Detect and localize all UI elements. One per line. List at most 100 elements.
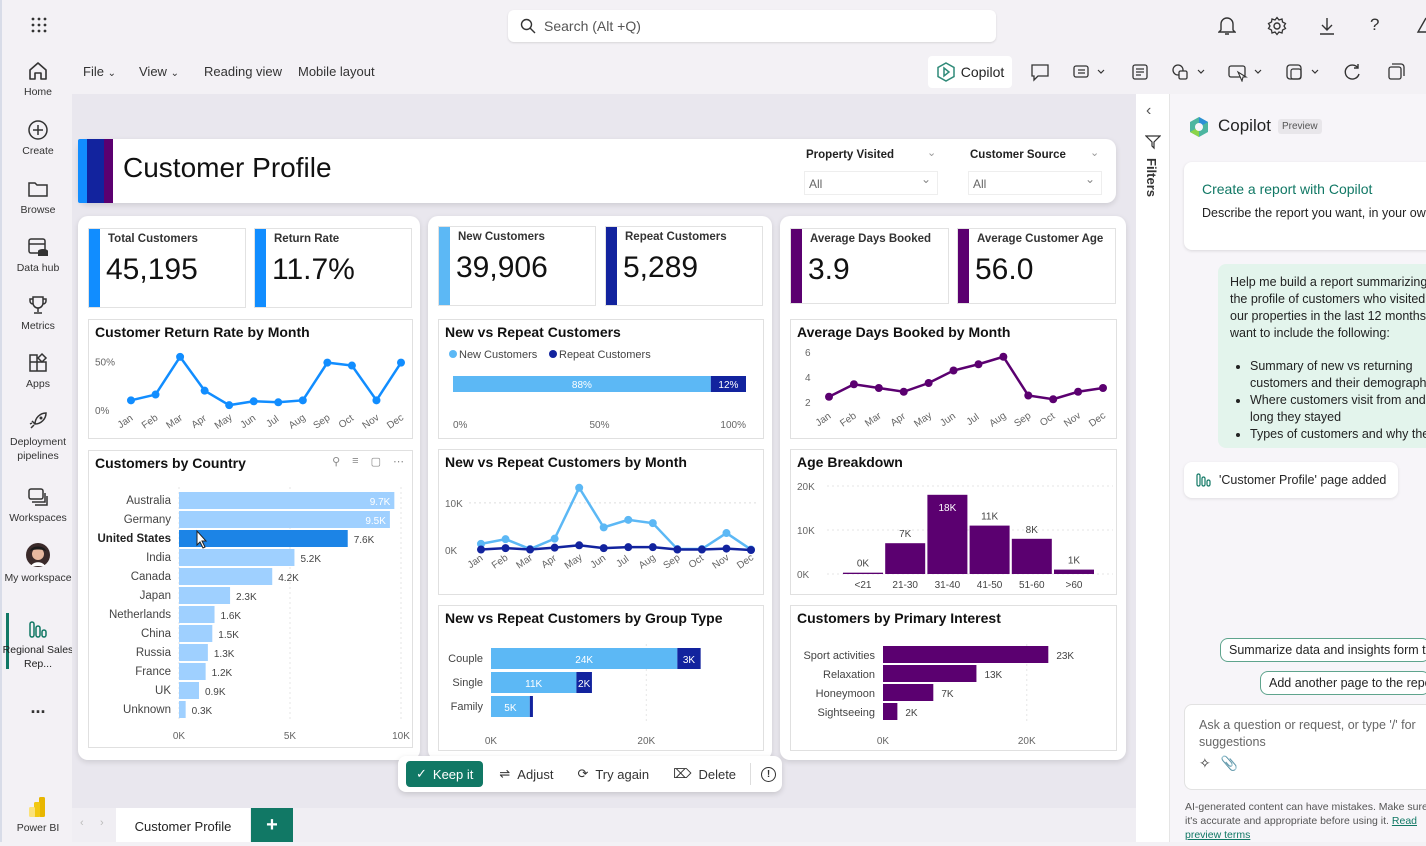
try-again-button[interactable]: ⟳ Try again <box>577 766 649 782</box>
chart-title: Customers by Country <box>95 455 246 471</box>
chevron-down-icon[interactable]: ⌄ <box>927 146 936 159</box>
download-icon[interactable] <box>1318 16 1336 41</box>
chart-title: Average Days Booked by Month <box>797 324 1011 340</box>
prev-page-icon[interactable]: ‹ <box>80 817 84 829</box>
keep-it-button[interactable]: ✓ Keep it <box>406 761 484 787</box>
chart-new-vs-repeat[interactable]: New vs Repeat Customers New Customers Repe… <box>438 319 764 439</box>
shapes-icon[interactable] <box>1170 62 1210 87</box>
help-icon[interactable]: ? <box>1370 15 1379 35</box>
view-menu[interactable]: View ⌄ <box>139 64 179 79</box>
report-icon <box>29 621 47 638</box>
refresh-icon[interactable] <box>1342 62 1362 87</box>
chart-age[interactable]: Age Breakdown 0K 10K 20K 0K <21 7K 21-30 18K 31-4… <box>790 449 1117 595</box>
next-page-icon[interactable]: › <box>100 817 104 829</box>
x-tick-label: Jul <box>264 414 281 430</box>
copilot-input[interactable]: Ask a question or request, or type '/' f… <box>1184 704 1426 790</box>
x-tick-label: Jun <box>589 553 609 571</box>
feedback-icon[interactable]: ! <box>761 766 777 782</box>
chevron-down-icon[interactable]: ⌄ <box>1090 146 1099 159</box>
nav-deployment-pipelines[interactable]: Deployment pipelines <box>2 410 74 463</box>
data-point <box>624 515 633 524</box>
data-label: 1K <box>1068 556 1081 567</box>
accent-strip <box>104 139 113 203</box>
data-point <box>599 523 608 532</box>
nav-home[interactable]: Home <box>2 60 74 99</box>
data-label: 24K <box>575 655 593 666</box>
nav-my-workspace[interactable]: My workspace <box>2 542 74 585</box>
chart-by-group[interactable]: New vs Repeat Customers by Group Type Cou… <box>438 605 764 751</box>
data-label: 1.2K <box>212 668 233 679</box>
text-box-icon[interactable] <box>1130 62 1150 87</box>
app-launcher-icon[interactable] <box>30 16 48 39</box>
more-icon[interactable]: ... <box>2 698 74 716</box>
nav-workspaces[interactable]: Workspaces <box>2 486 74 525</box>
comment-icon[interactable] <box>1030 62 1050 87</box>
bar <box>1054 569 1094 574</box>
file-menu[interactable]: File ⌄ <box>83 64 116 79</box>
delete-button[interactable]: ⌦ Delete <box>673 766 736 782</box>
x-tick-label: Jul <box>614 554 631 570</box>
x-tick-label: Feb <box>838 410 859 429</box>
feedback-icon[interactable] <box>1416 16 1426 41</box>
x-tick-label: 31-40 <box>935 580 961 591</box>
intro-title: Create a report with Copilot <box>1202 181 1373 197</box>
adjust-button[interactable]: ⇌ Adjust <box>499 766 553 782</box>
gear-icon[interactable] <box>1267 16 1287 41</box>
y-category-label: Single <box>452 677 483 689</box>
filters-pane-collapsed[interactable]: ‹ Filters <box>1136 94 1170 842</box>
x-tick-label: May <box>563 552 585 572</box>
power-bi-home[interactable]: Power BI <box>2 796 74 835</box>
copilot-button[interactable]: Copilot <box>928 56 1012 88</box>
visual-icon[interactable] <box>1284 62 1324 87</box>
data-point <box>825 392 833 401</box>
suggestion-add-page[interactable]: Add another page to the report <box>1260 671 1426 695</box>
y-tick-label: 2 <box>805 398 811 409</box>
data-point <box>550 543 559 552</box>
y-tick-label: 0% <box>95 406 110 417</box>
workspaces-icon <box>28 488 48 506</box>
chart-interest[interactable]: Customers by Primary Interest Sport activ… <box>790 605 1117 751</box>
add-page-button[interactable]: + <box>251 808 293 842</box>
x-tick-label: 21-30 <box>892 580 918 591</box>
pin-icon[interactable]: ⚲ <box>332 455 340 468</box>
chevron-left-icon[interactable]: ‹ <box>1146 102 1151 120</box>
nav-data-hub[interactable]: Data hub <box>2 236 74 275</box>
chart-title: Customers by Primary Interest <box>797 610 1001 626</box>
tab-customer-profile[interactable]: Customer Profile <box>116 808 250 842</box>
data-label: 5.2K <box>300 554 321 565</box>
chart-return-rate[interactable]: Customer Return Rate by Month Jan Feb Mar Ap… <box>88 319 413 439</box>
data-label: 3K <box>683 655 696 666</box>
duplicate-icon[interactable] <box>1386 62 1406 87</box>
nav-browse[interactable]: Browse <box>2 178 74 217</box>
filter-icon[interactable]: ≡ <box>352 455 358 468</box>
sparkle-icon[interactable]: ✧ <box>1199 755 1211 772</box>
nav-apps[interactable]: Apps <box>2 352 74 391</box>
focus-mode-icon[interactable]: ▢ <box>371 455 381 468</box>
page-added-notice[interactable]: 'Customer Profile' page added <box>1184 462 1398 498</box>
bar <box>179 701 186 718</box>
chart-by-country[interactable]: Customers by Country ⚲ ≡ ▢ ⋯ Australia 9.7K G… <box>88 450 413 748</box>
mobile-layout-button[interactable]: Mobile layout <box>298 64 375 79</box>
nav-label: Metrics <box>21 320 55 332</box>
customer-source-dropdown[interactable]: All ⌄ <box>968 171 1102 195</box>
data-point <box>274 398 283 407</box>
nav-metrics[interactable]: Metrics <box>2 294 74 333</box>
x-tick-label: 51-60 <box>1019 580 1045 591</box>
suggestion-summarize[interactable]: Summarize data and insights form this pa… <box>1220 638 1426 662</box>
copilot-logo-icon <box>1190 117 1208 137</box>
y-category-label: UK <box>155 685 171 697</box>
search-icon <box>520 18 536 34</box>
buttons-icon[interactable] <box>1227 62 1267 87</box>
more-options-icon[interactable]: ⋯ <box>393 455 404 468</box>
attach-icon[interactable]: 📎 <box>1221 755 1238 772</box>
property-visited-dropdown[interactable]: All ⌄ <box>804 171 938 195</box>
nav-create[interactable]: Create <box>2 119 74 158</box>
search-input[interactable]: Search (Alt +Q) <box>508 10 996 42</box>
nav-regional-sales-report[interactable]: Regional Sales Rep... <box>2 618 74 671</box>
bell-icon[interactable] <box>1217 16 1237 41</box>
chart-avg-days[interactable]: Average Days Booked by Month Jan Feb Mar Apr… <box>790 319 1117 439</box>
reading-view-button[interactable]: Reading view <box>204 64 282 79</box>
chart-by-month[interactable]: New vs Repeat Customers by Month Jan Feb Ma… <box>438 449 764 595</box>
y-tick-label: 10K <box>445 499 463 510</box>
qa-visual-icon[interactable] <box>1070 62 1108 87</box>
